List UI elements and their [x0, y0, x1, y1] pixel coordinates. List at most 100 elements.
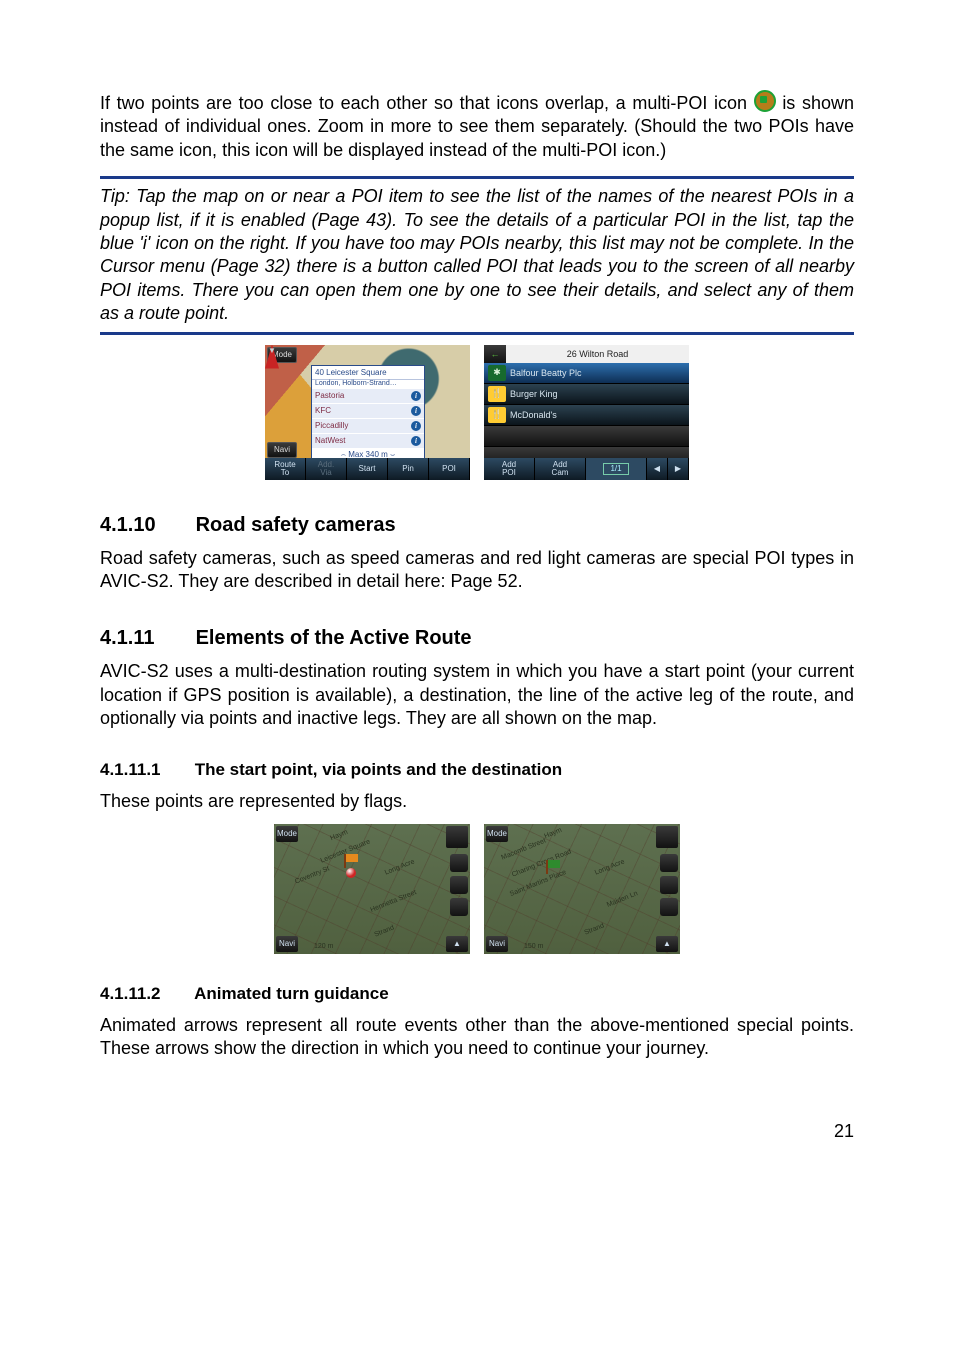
street-label: Strand	[373, 924, 395, 938]
heading-title: Elements of the Active Route	[196, 627, 472, 649]
heading-title: The start point, via points and the dest…	[195, 760, 562, 779]
info-icon[interactable]: i	[411, 406, 421, 416]
heading-number: 4.1.11.2	[100, 984, 190, 1004]
screenshot-route-flags-b: Mode Navi ▲ Haym Macomb Street Charing C…	[484, 824, 680, 954]
list-item[interactable]: ✱ Balfour Beatty Plc	[484, 363, 689, 384]
screenshot-map-cursor-menu: Mode Navi 40 Leicester Square London, Ho…	[265, 345, 470, 480]
heading-title: Animated turn guidance	[194, 984, 389, 1003]
popup-row-label: KFC	[315, 406, 331, 416]
side-button[interactable]	[450, 854, 468, 872]
add-via-button[interactable]: Add. Via	[306, 458, 347, 480]
compass-button[interactable]	[446, 826, 468, 848]
multi-poi-icon	[754, 90, 776, 112]
compass-button[interactable]	[656, 826, 678, 848]
screenshot-route-flags-a: Mode Navi ▲ Haym Leicester Square Covent…	[274, 824, 470, 954]
street-label: Henrietta Street	[369, 889, 417, 914]
prev-page-button[interactable]: ◀	[647, 458, 668, 480]
list-item[interactable]: 🍴 Burger King	[484, 384, 689, 405]
start-flag-icon	[344, 854, 346, 868]
poi-category-icon: 🍴	[488, 407, 506, 423]
map-scale: 120 m	[314, 943, 333, 950]
title-bar: ← 26 Wilton Road	[484, 345, 689, 363]
info-icon[interactable]: i	[411, 436, 421, 446]
list-empty-row	[484, 426, 689, 447]
heading-4-1-11-2: 4.1.11.2 Animated turn guidance	[100, 984, 854, 1004]
poi-list-bar: Add POI Add Cam 1/1 ◀ ▶	[484, 458, 689, 480]
street-label: Long Acre	[384, 858, 416, 876]
poi-category-icon: 🍴	[488, 386, 506, 402]
figure-row-2: Mode Navi ▲ Haym Leicester Square Covent…	[100, 824, 854, 954]
popup-title: 40 Leicester Square	[312, 366, 424, 380]
paragraph-4-1-10: Road safety cameras, such as speed camer…	[100, 547, 854, 594]
destination-flag-icon	[546, 860, 548, 874]
poi-button[interactable]: POI	[429, 458, 470, 480]
screenshot-poi-list: ← 26 Wilton Road ✱ Balfour Beatty Plc 🍴 …	[484, 345, 689, 480]
paragraph-4-1-11-1: These points are represented by flags.	[100, 790, 854, 813]
back-button[interactable]: ←	[484, 345, 506, 363]
street-label: Coventry St	[294, 865, 331, 885]
start-button[interactable]: Start	[347, 458, 388, 480]
info-icon[interactable]: i	[411, 391, 421, 401]
heading-4-1-11: 4.1.11 Elements of the Active Route	[100, 627, 854, 650]
poi-category-icon: ✱	[488, 365, 506, 381]
next-page-button[interactable]: ▶	[668, 458, 689, 480]
paragraph-4-1-11-2: Animated arrows represent all route even…	[100, 1014, 854, 1061]
mode-button[interactable]: Mode	[276, 826, 298, 842]
heading-number: 4.1.11	[100, 627, 190, 650]
popup-row[interactable]: KFC i	[312, 404, 424, 419]
heading-title: Road safety cameras	[196, 514, 396, 536]
heading-4-1-10: 4.1.10 Road safety cameras	[100, 514, 854, 537]
address-title: 26 Wilton Road	[506, 349, 689, 359]
expand-button[interactable]: ▲	[446, 936, 468, 952]
popup-subtitle: London, Holborn-Strand…	[312, 380, 424, 389]
heading-number: 4.1.10	[100, 514, 190, 537]
side-button[interactable]	[660, 898, 678, 916]
result-count: 1/1	[586, 458, 647, 480]
info-icon[interactable]: i	[411, 421, 421, 431]
list-item-label: McDonald's	[510, 410, 557, 420]
street-label: Long Acre	[594, 858, 626, 876]
add-poi-button[interactable]: Add POI	[484, 458, 535, 480]
page: If two points are too close to each othe…	[0, 0, 954, 1192]
side-button[interactable]	[660, 876, 678, 894]
list-item-label: Burger King	[510, 389, 558, 399]
heading-number: 4.1.11.1	[100, 760, 190, 780]
street-label: Haym	[329, 829, 349, 842]
street-label: Strand	[583, 922, 605, 936]
tip-text: Tip: Tap the map on or near a POI item t…	[100, 186, 854, 323]
heading-4-1-11-1: 4.1.11.1 The start point, via points and…	[100, 760, 854, 780]
result-count-label: 1/1	[603, 463, 628, 475]
expand-button[interactable]: ▲	[656, 936, 678, 952]
side-button[interactable]	[660, 854, 678, 872]
map-scale: 150 m	[524, 943, 543, 950]
pin-button[interactable]: Pin	[388, 458, 429, 480]
navi-button[interactable]: Navi	[276, 936, 298, 952]
cursor-menu-bar: Route To Add. Via Start Pin POI	[265, 458, 470, 480]
street-label: Maiden Ln	[606, 890, 639, 909]
navi-button[interactable]: Navi	[486, 936, 508, 952]
intro-paragraph: If two points are too close to each othe…	[100, 90, 854, 162]
page-number: 21	[100, 1121, 854, 1142]
street-label: Haym	[543, 827, 563, 840]
popup-row-label: Piccadilly	[315, 421, 348, 431]
paragraph-4-1-11: AVIC-S2 uses a multi-destination routing…	[100, 660, 854, 730]
side-button[interactable]	[450, 898, 468, 916]
side-button[interactable]	[450, 876, 468, 894]
tip-box: Tip: Tap the map on or near a POI item t…	[100, 176, 854, 334]
popup-row[interactable]: Piccadilly i	[312, 419, 424, 434]
figure-row-1: Mode Navi 40 Leicester Square London, Ho…	[100, 345, 854, 480]
list-item[interactable]: 🍴 McDonald's	[484, 405, 689, 426]
list-item-label: Balfour Beatty Plc	[510, 368, 582, 378]
popup-row-label: NatWest	[315, 436, 346, 446]
route-to-button[interactable]: Route To	[265, 458, 306, 480]
intro-text-prefix: If two points are too close to each othe…	[100, 93, 754, 113]
navi-button[interactable]: Navi	[267, 442, 297, 458]
popup-row[interactable]: Pastoria i	[312, 389, 424, 404]
poi-list: ✱ Balfour Beatty Plc 🍴 Burger King 🍴 McD…	[484, 363, 689, 458]
add-cam-button[interactable]: Add Cam	[535, 458, 586, 480]
poi-popup: 40 Leicester Square London, Holborn-Stra…	[311, 365, 425, 462]
popup-row[interactable]: NatWest i	[312, 434, 424, 449]
popup-row-label: Pastoria	[315, 391, 344, 401]
mode-button[interactable]: Mode	[486, 826, 508, 842]
destination-pin-icon	[346, 868, 356, 878]
